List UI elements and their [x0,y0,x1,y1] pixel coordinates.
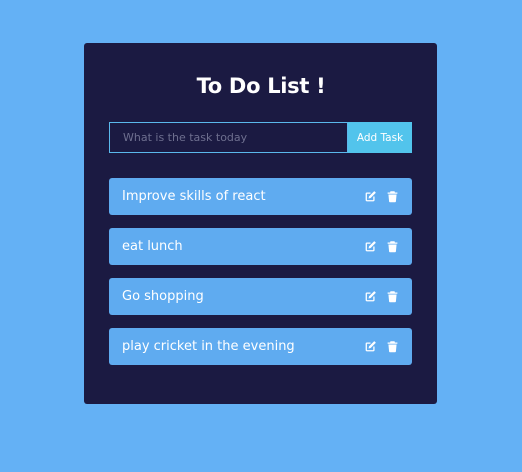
todo-text[interactable]: play cricket in the evening [122,339,295,354]
todo-text[interactable]: Improve skills of react [122,189,266,204]
todo-item: Improve skills of react [109,178,412,215]
add-task-form: Add Task [109,122,412,153]
trash-icon[interactable] [386,290,399,303]
add-task-button[interactable]: Add Task [348,122,412,153]
todo-text[interactable]: eat lunch [122,239,183,254]
todo-list: Improve skills of react eat lunch Go sho… [109,178,412,378]
todo-actions [364,240,399,253]
edit-icon[interactable] [364,190,377,203]
todo-item: eat lunch [109,228,412,265]
todo-actions [364,340,399,353]
task-input[interactable] [109,122,348,153]
edit-icon[interactable] [364,340,377,353]
todo-item: play cricket in the evening [109,328,412,365]
todo-item: Go shopping [109,278,412,315]
page-title: To Do List ! [196,74,326,98]
todo-text[interactable]: Go shopping [122,289,204,304]
todo-actions [364,190,399,203]
edit-icon[interactable] [364,290,377,303]
trash-icon[interactable] [386,190,399,203]
todo-actions [364,290,399,303]
trash-icon[interactable] [386,240,399,253]
edit-icon[interactable] [364,240,377,253]
trash-icon[interactable] [386,340,399,353]
